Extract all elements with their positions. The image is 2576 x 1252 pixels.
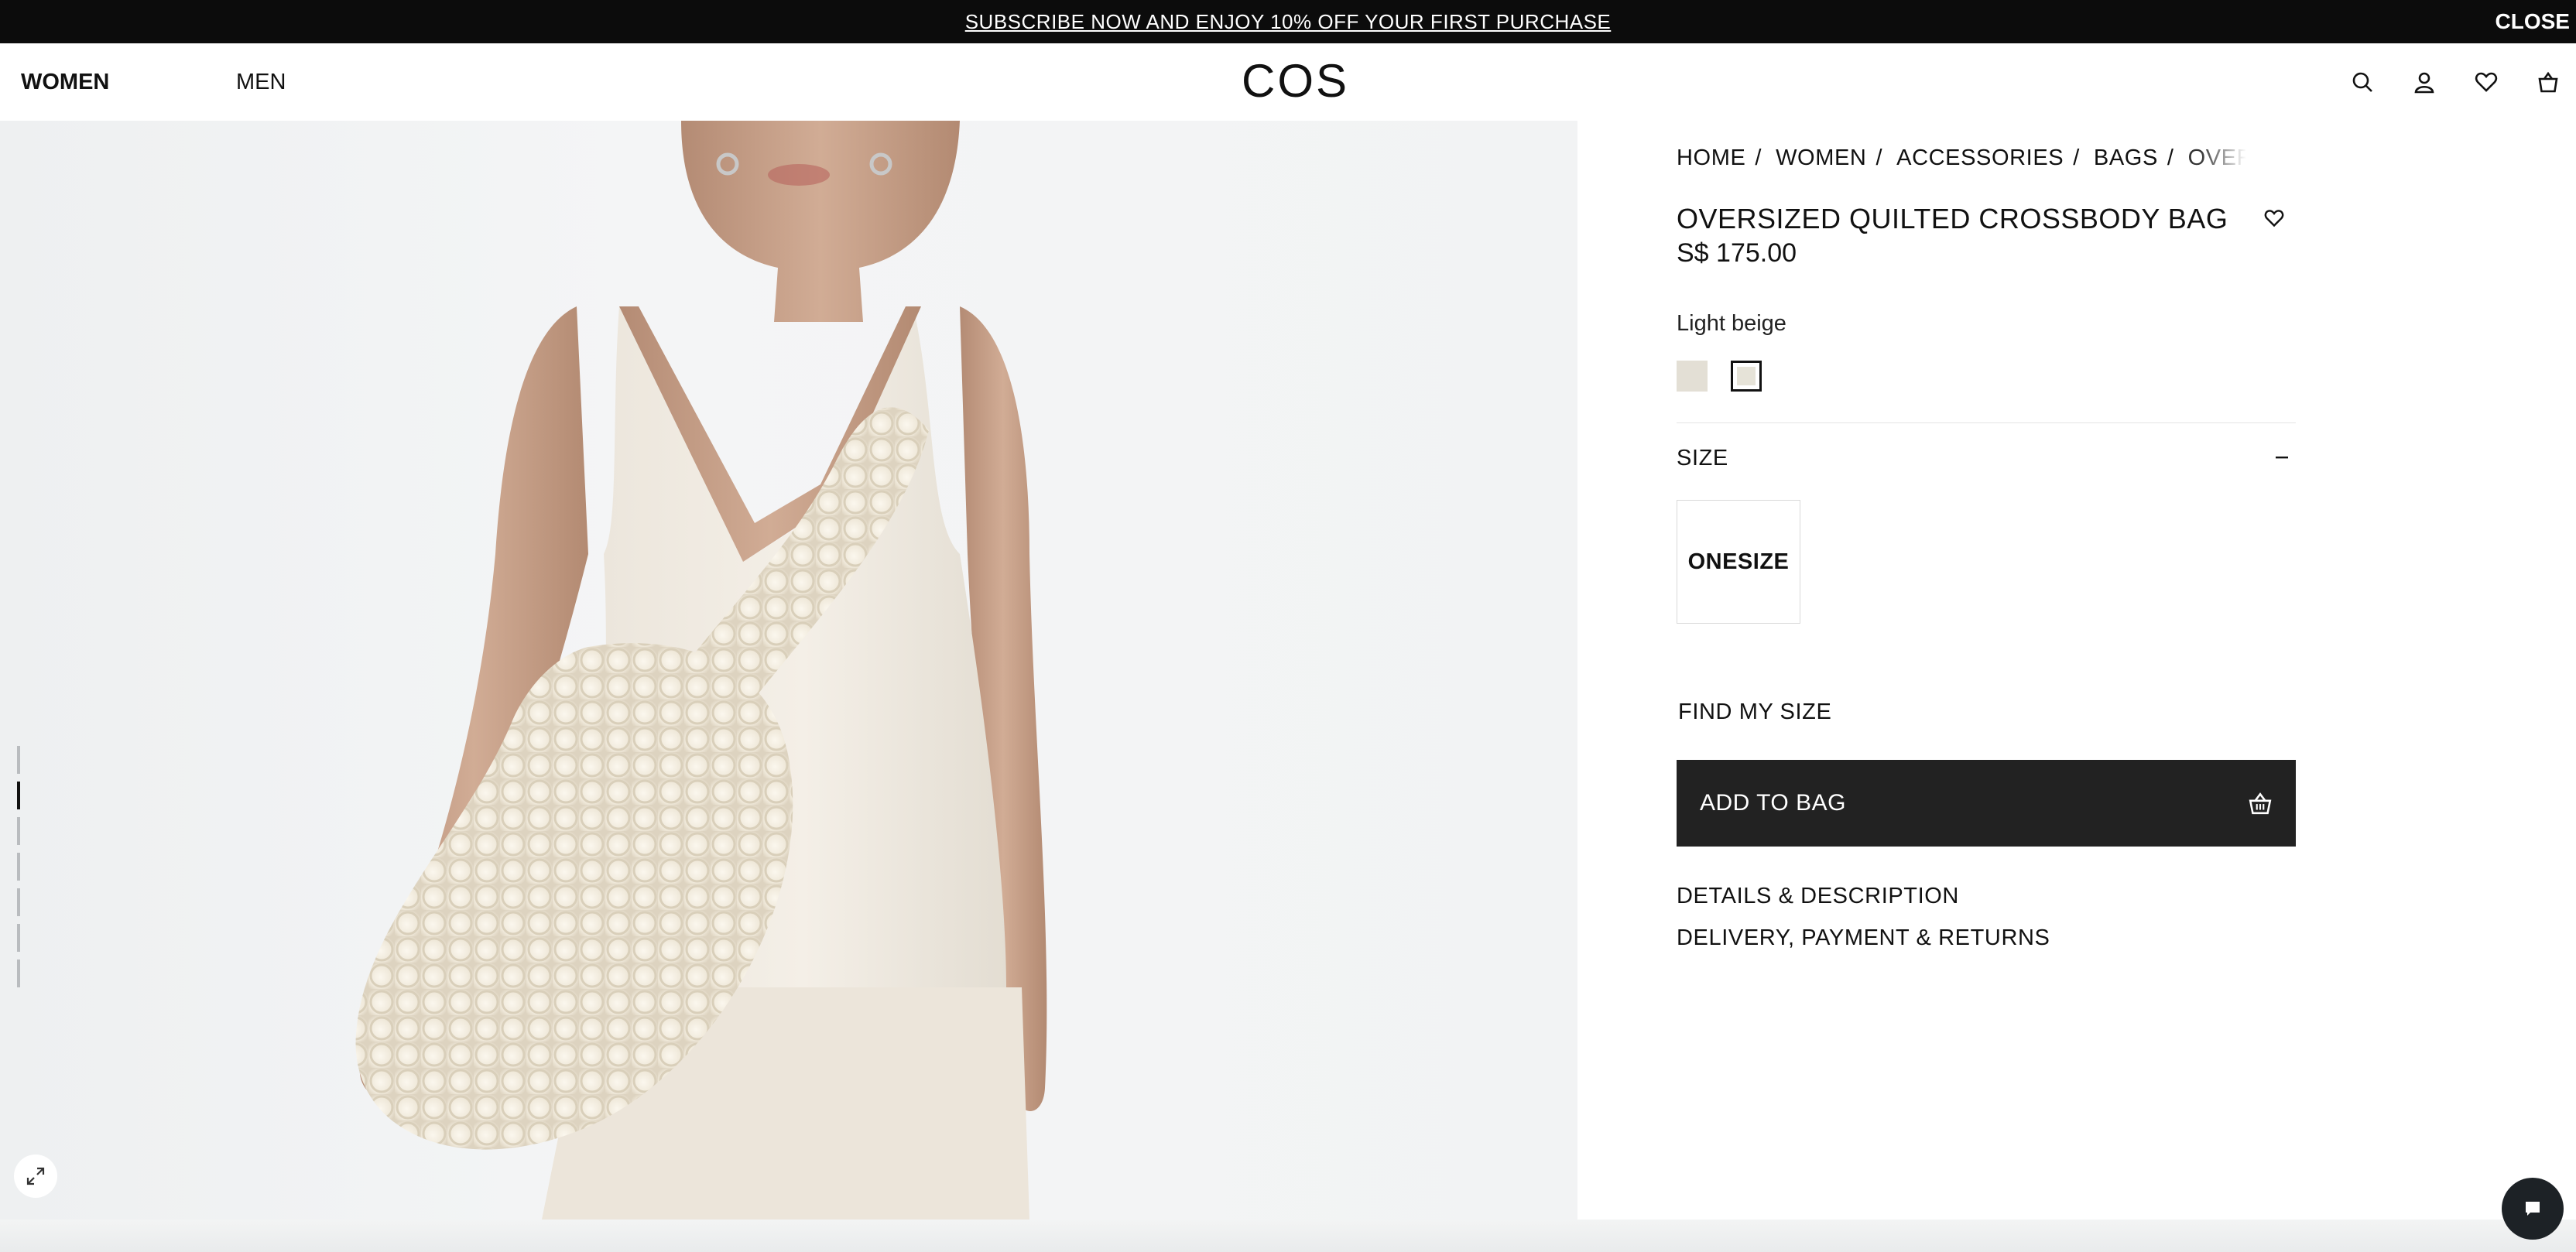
expand-image-button[interactable] [14, 1155, 57, 1198]
thumbnail-indicator[interactable] [17, 960, 20, 987]
color-swatch[interactable] [1677, 361, 1708, 392]
breadcrumb-accessories[interactable]: ACCESSORIES [1896, 145, 2064, 171]
divider [1677, 422, 2296, 423]
shopping-basket-icon [2246, 789, 2274, 817]
thumbnail-indicator-active[interactable] [17, 782, 20, 809]
selected-color-name: Light beige [1677, 311, 1786, 336]
wishlist-heart-icon[interactable] [2471, 67, 2502, 97]
promo-bar: SUBSCRIBE NOW AND ENJOY 10% OFF YOUR FIR… [0, 0, 2576, 43]
thumbnail-indicator[interactable] [17, 817, 20, 845]
add-to-bag-label: ADD TO BAG [1700, 790, 1846, 816]
breadcrumb-home[interactable]: HOME [1677, 145, 1745, 171]
product-price: S$ 175.00 [1677, 238, 1797, 268]
cos-logo[interactable]: COS [1242, 58, 1347, 104]
product-image [355, 121, 1047, 1220]
chat-icon [2526, 1202, 2540, 1216]
find-my-size-link[interactable]: FIND MY SIZE [1678, 700, 1831, 725]
breadcrumb: HOME/ WOMEN/ ACCESSORIES/ BAGS/ OVERSIZE… [1677, 142, 2246, 173]
thumbnail-indicator[interactable] [17, 924, 20, 952]
account-icon[interactable] [2409, 67, 2440, 97]
nav-men[interactable]: MEN [236, 43, 286, 121]
thumbnail-indicator[interactable] [17, 853, 20, 881]
color-swatch-selected[interactable] [1731, 361, 1762, 392]
add-to-bag-button[interactable]: ADD TO BAG [1677, 760, 2296, 847]
size-section-title[interactable]: SIZE [1677, 446, 1728, 471]
thumbnail-indicator[interactable] [17, 746, 20, 774]
page-bottom-strip [0, 1220, 2576, 1252]
nav-women[interactable]: WOMEN [21, 43, 109, 121]
chat-button[interactable] [2502, 1178, 2564, 1240]
size-collapse-button[interactable] [2273, 446, 2291, 470]
add-to-wishlist-button[interactable] [2262, 206, 2287, 231]
delivery-payment-returns-accordion[interactable]: DELIVERY, PAYMENT & RETURNS [1677, 925, 2050, 951]
site-header: WOMEN MEN COS [0, 43, 2576, 121]
size-option-onesize[interactable]: ONESIZE [1677, 500, 1800, 624]
breadcrumb-women[interactable]: WOMEN [1776, 145, 1866, 171]
thumbnail-indicator[interactable] [17, 888, 20, 916]
shopping-bag-icon[interactable] [2533, 67, 2564, 97]
details-description-accordion[interactable]: DETAILS & DESCRIPTION [1677, 884, 1959, 909]
product-title: OVERSIZED QUILTED CROSSBODY BAG [1677, 203, 2228, 234]
promo-close-button[interactable]: CLOSE [2496, 0, 2570, 43]
promo-subscribe-link[interactable]: SUBSCRIBE NOW AND ENJOY 10% OFF YOUR FIR… [965, 10, 1612, 34]
expand-icon [26, 1167, 45, 1185]
product-image-gallery[interactable] [0, 121, 1577, 1220]
heart-icon [2264, 210, 2284, 227]
breadcrumb-bags[interactable]: BAGS [2094, 145, 2158, 171]
search-icon[interactable] [2347, 67, 2378, 97]
minus-icon [2276, 457, 2288, 459]
